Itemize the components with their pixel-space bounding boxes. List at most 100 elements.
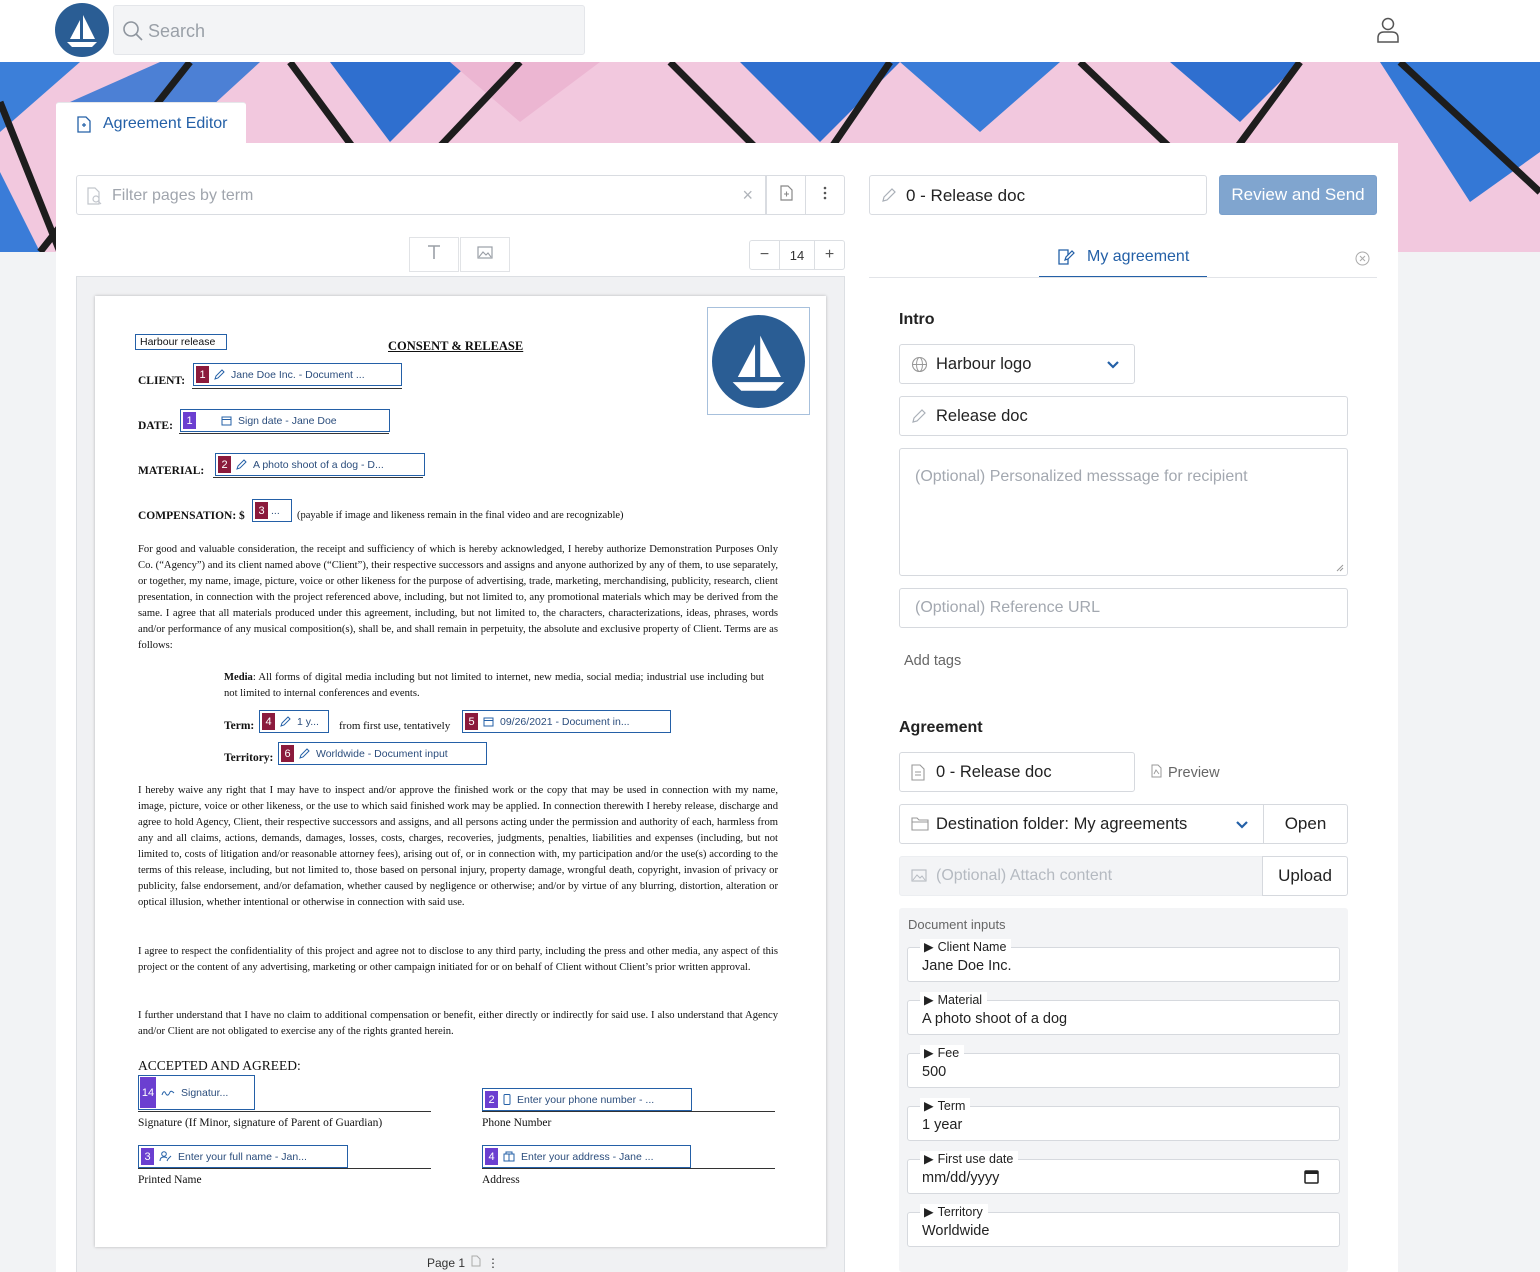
address-field[interactable]: 4 Enter your address - Jane ... xyxy=(482,1145,691,1168)
agreement-document-field[interactable]: 0 - Release doc xyxy=(899,752,1135,792)
user-icon[interactable] xyxy=(1376,17,1400,48)
add-text-button[interactable] xyxy=(409,237,459,272)
tab-my-agreement-label: My agreement xyxy=(1087,248,1190,265)
input-material[interactable]: ▶ Material A photo shoot of a dog xyxy=(907,992,1340,1035)
search-icon xyxy=(122,20,144,47)
reference-url-input[interactable]: (Optional) Reference URL xyxy=(899,588,1348,628)
building-icon xyxy=(503,1151,515,1162)
tab-agreement-editor[interactable]: Agreement Editor xyxy=(56,102,246,144)
label-compensation: COMPENSATION: $ xyxy=(138,510,245,522)
caret-right-icon: ▶ xyxy=(924,1152,934,1166)
message-textarea[interactable]: (Optional) Personalized messsage for rec… xyxy=(899,448,1348,576)
input-term[interactable]: ▶ Term 1 year xyxy=(907,1098,1340,1141)
caret-right-icon: ▶ xyxy=(924,940,934,954)
add-tags-input[interactable]: Add tags xyxy=(904,653,961,669)
signature-field[interactable]: 14 Signatur... xyxy=(138,1075,255,1110)
page-icon[interactable] xyxy=(471,1255,481,1270)
image-icon xyxy=(477,245,493,264)
first-use-date-field[interactable]: 5 09/26/2021 - Document in... xyxy=(462,710,671,733)
edit-document-icon xyxy=(1057,248,1075,271)
pencil-icon xyxy=(236,459,247,470)
document-title: CONSENT & RELEASE xyxy=(388,339,524,353)
date-field[interactable]: 1 Sign date - Jane Doe xyxy=(180,409,390,432)
page-more-icon[interactable]: ⋮ xyxy=(487,1256,499,1270)
printed-name-caption: Printed Name xyxy=(138,1174,202,1186)
pencil-icon xyxy=(911,408,927,429)
add-page-button[interactable] xyxy=(766,175,806,215)
open-button[interactable]: Open xyxy=(1263,804,1348,844)
document-inputs-heading: Document inputs xyxy=(908,917,1006,932)
destination-folder-select[interactable]: Destination folder: My agreements xyxy=(899,804,1264,844)
input-territory[interactable]: ▶ Territory Worldwide xyxy=(907,1204,1340,1247)
term-middle-text: from first use, tentatively xyxy=(339,720,451,732)
kebab-icon xyxy=(823,186,827,205)
globe-icon xyxy=(911,356,928,378)
caret-right-icon: ▶ xyxy=(924,1205,934,1219)
document-icon xyxy=(911,764,925,786)
page-logo[interactable] xyxy=(707,307,810,415)
document-page[interactable]: Harbour release CONSENT & RELEASE CLIENT… xyxy=(95,296,826,1247)
clear-icon[interactable]: × xyxy=(742,185,753,206)
phone-field[interactable]: 2 Enter your phone number - ... xyxy=(482,1088,692,1111)
header-text-field[interactable]: Harbour release xyxy=(135,334,227,350)
territory-field[interactable]: 6 Worldwide - Document input xyxy=(278,742,487,765)
paragraph-compensation: I further understand that I have no clai… xyxy=(138,1010,778,1037)
pencil-icon xyxy=(280,716,291,727)
add-image-button[interactable] xyxy=(460,237,510,272)
pencil-icon xyxy=(214,369,225,380)
zoom-out-button[interactable]: − xyxy=(750,241,780,269)
label-client: CLIENT: xyxy=(138,375,186,387)
input-client-name[interactable]: ▶ Client Name Jane Doe Inc. xyxy=(907,939,1340,982)
preview-link[interactable]: Preview xyxy=(1151,764,1220,782)
search-input[interactable] xyxy=(148,16,568,46)
logo-select[interactable]: Harbour logo xyxy=(899,344,1135,384)
compensation-field[interactable]: 3 ... xyxy=(252,499,292,522)
person-edit-icon xyxy=(159,1151,172,1162)
pdf-icon xyxy=(1151,764,1162,782)
document-icon xyxy=(77,116,91,138)
client-field[interactable]: 1 Jane Doe Inc. - Document ... xyxy=(193,363,402,386)
review-and-send-button[interactable]: Review and Send xyxy=(1219,175,1377,215)
paragraph-waiver: I hereby waive any right that I may have… xyxy=(138,785,778,908)
tab-label: Agreement Editor xyxy=(103,115,228,132)
page-search-icon xyxy=(87,187,103,210)
label-term: Term: xyxy=(224,720,255,732)
close-panel-icon[interactable] xyxy=(1355,251,1370,271)
tab-my-agreement[interactable]: My agreement xyxy=(1039,238,1207,278)
filter-pages[interactable]: × xyxy=(76,175,766,215)
image-icon xyxy=(911,869,927,887)
attach-content-field[interactable]: (Optional) Attach content xyxy=(899,856,1263,896)
top-bar xyxy=(0,0,1540,62)
compensation-note: (payable if image and likeness remain in… xyxy=(297,510,624,521)
search-box[interactable] xyxy=(113,5,585,55)
sailboat-logo[interactable] xyxy=(55,3,109,57)
phone-icon xyxy=(503,1094,511,1105)
phone-caption: Phone Number xyxy=(482,1117,552,1129)
material-field[interactable]: 2 A photo shoot of a dog - D... xyxy=(215,453,425,476)
term-field[interactable]: 4 1 y... xyxy=(259,710,329,733)
document-name-field[interactable]: 0 - Release doc xyxy=(869,175,1207,215)
calendar-icon[interactable] xyxy=(1304,1169,1319,1189)
label-material: MATERIAL: xyxy=(138,465,205,477)
pencil-icon xyxy=(299,748,310,759)
zoom-in-button[interactable]: + xyxy=(814,241,844,269)
page-label: Page 1 xyxy=(427,1255,466,1270)
paragraph-consideration: For good and valuable consideration, the… xyxy=(138,544,778,651)
input-first-use-date[interactable]: ▶ First use date mm/dd/yyyy xyxy=(907,1151,1340,1194)
filter-input[interactable] xyxy=(112,184,712,208)
zoom-control: − 14 + xyxy=(749,240,845,270)
more-options-button[interactable] xyxy=(805,175,845,215)
intro-heading: Intro xyxy=(899,311,935,328)
agreement-heading: Agreement xyxy=(899,719,983,736)
text-icon xyxy=(427,244,441,265)
folder-icon xyxy=(911,816,929,836)
media-paragraph: Media: All forms of digital media includ… xyxy=(224,672,764,699)
upload-button[interactable]: Upload xyxy=(1262,856,1348,896)
zoom-value: 14 xyxy=(789,247,805,263)
input-fee[interactable]: ▶ Fee 500 xyxy=(907,1045,1340,1088)
title-input[interactable]: Release doc xyxy=(899,396,1348,436)
signature-caption: Signature (If Minor, signature of Parent… xyxy=(138,1117,383,1129)
document-inputs-panel: Document inputs ▶ Client Name Jane Doe In… xyxy=(899,908,1348,1272)
label-date: DATE: xyxy=(138,420,173,432)
full-name-field[interactable]: 3 Enter your full name - Jan... xyxy=(138,1145,348,1168)
